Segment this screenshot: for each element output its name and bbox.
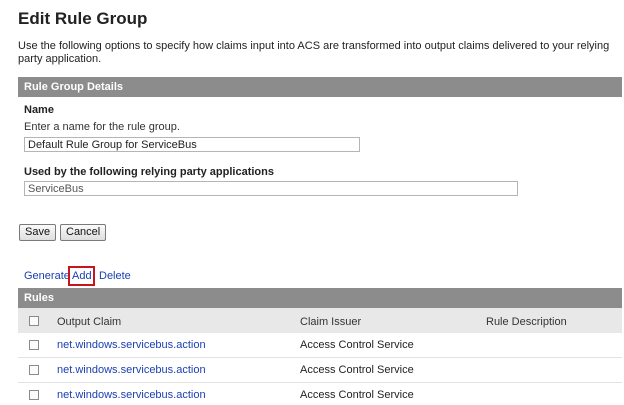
- output-claim-link[interactable]: net.windows.servicebus.action: [57, 364, 206, 376]
- row-divider: [18, 382, 622, 383]
- rule-group-details-header: Rule Group Details: [18, 77, 622, 97]
- relying-party-apps-field: [24, 181, 518, 196]
- row-divider: [18, 357, 622, 358]
- page-title: Edit Rule Group: [18, 9, 148, 28]
- row-checkbox[interactable]: [29, 365, 39, 375]
- cancel-button[interactable]: Cancel: [60, 224, 107, 241]
- edit-rule-group-page: Edit Rule Group Use the following option…: [0, 0, 624, 405]
- name-hint: Enter a name for the rule group.: [24, 121, 180, 133]
- name-label: Name: [24, 104, 54, 116]
- generate-link[interactable]: Generate: [24, 270, 70, 282]
- delete-link[interactable]: Delete: [99, 270, 131, 282]
- select-all-checkbox[interactable]: [29, 316, 39, 326]
- row-checkbox[interactable]: [29, 340, 39, 350]
- output-claim-link[interactable]: net.windows.servicebus.action: [57, 389, 206, 401]
- save-button[interactable]: Save: [19, 224, 57, 241]
- claim-issuer-cell: Access Control Service: [300, 364, 414, 376]
- output-claim-link[interactable]: net.windows.servicebus.action: [57, 339, 206, 351]
- rule-group-name-input[interactable]: [24, 137, 360, 152]
- column-rule-description[interactable]: Rule Description: [486, 316, 567, 328]
- rules-header: Rules: [18, 288, 622, 308]
- add-link-highlight: [68, 266, 95, 286]
- row-checkbox[interactable]: [29, 390, 39, 400]
- page-intro: Use the following options to specify how…: [18, 40, 610, 65]
- used-by-label: Used by the following relying party appl…: [24, 166, 274, 178]
- claim-issuer-cell: Access Control Service: [300, 389, 414, 401]
- rules-table-header: Output Claim Claim Issuer Rule Descripti…: [18, 308, 622, 333]
- claim-issuer-cell: Access Control Service: [300, 339, 414, 351]
- column-output-claim[interactable]: Output Claim: [57, 316, 121, 328]
- column-claim-issuer[interactable]: Claim Issuer: [300, 316, 361, 328]
